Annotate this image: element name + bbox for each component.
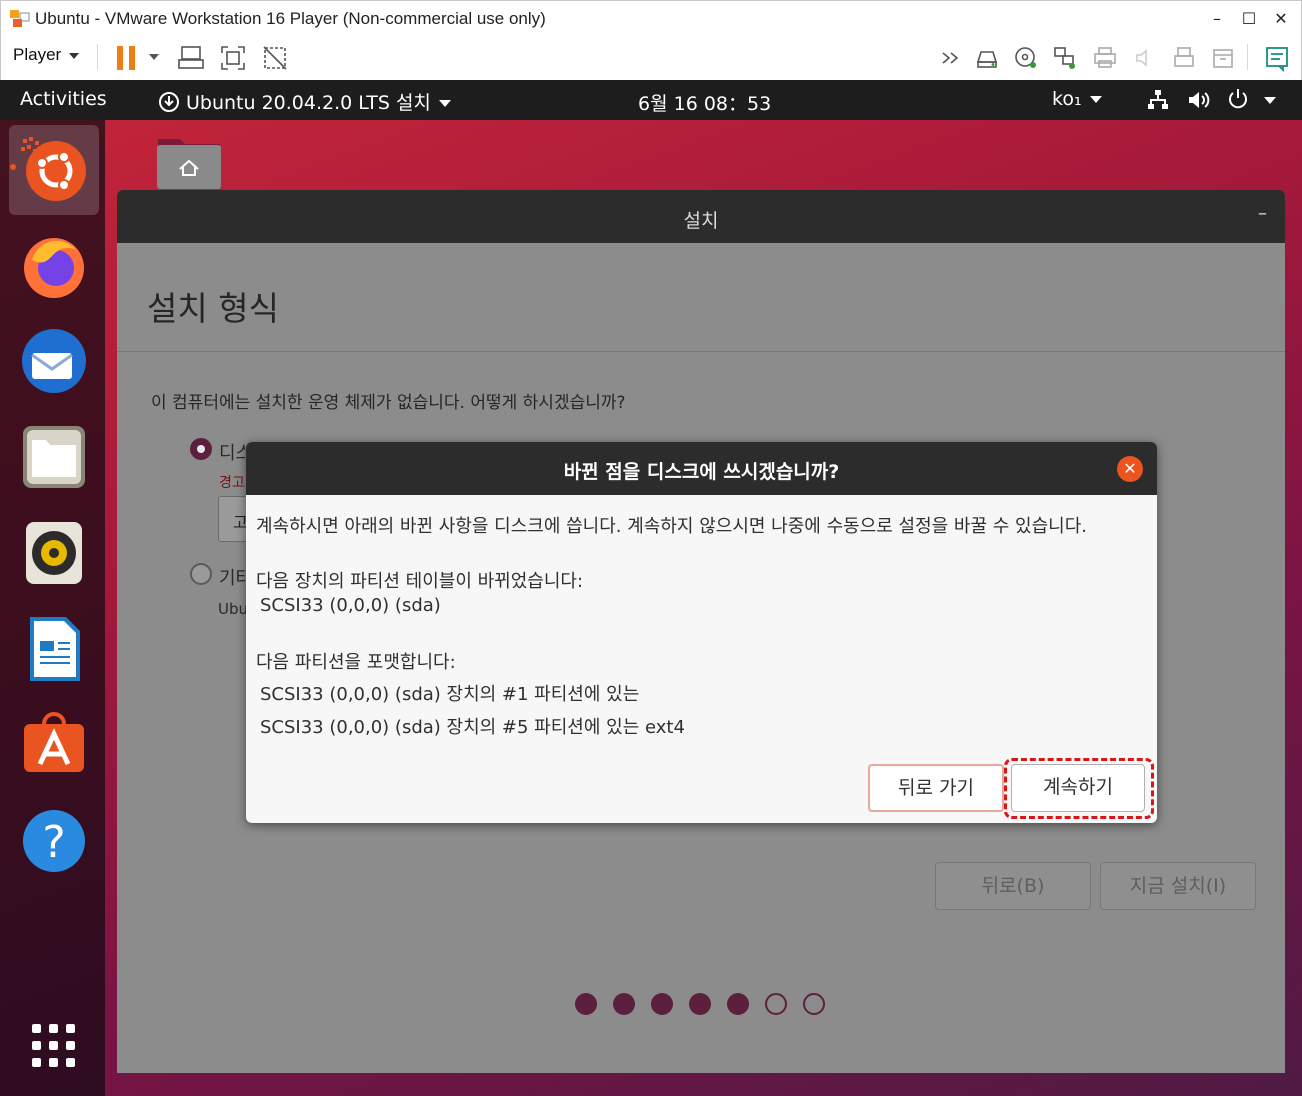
go-back-button[interactable]: 뒤로 가기 bbox=[868, 764, 1004, 812]
usb-icon[interactable] bbox=[1170, 44, 1198, 72]
firefox-icon bbox=[24, 238, 84, 298]
dock-item-ubuntu-installer[interactable] bbox=[9, 125, 99, 215]
cd-dvd-icon[interactable] bbox=[1012, 44, 1040, 72]
advanced-features-button[interactable]: 고 bbox=[218, 496, 248, 542]
progress-dot-pending bbox=[803, 993, 825, 1015]
power-icon[interactable] bbox=[1227, 88, 1249, 110]
erase-disk-radio[interactable] bbox=[190, 438, 212, 460]
format-item: SCSI33 (0,0,0) (sda) 장치의 #1 파티션에 있는 bbox=[260, 684, 640, 705]
progress-dot-complete bbox=[575, 993, 597, 1015]
thunderbird-icon bbox=[22, 329, 86, 393]
something-else-label: 기타 bbox=[219, 568, 245, 589]
download-installer-icon bbox=[159, 92, 179, 112]
help-icon: ? bbox=[23, 810, 85, 872]
ubuntu-software-icon bbox=[24, 712, 84, 772]
install-now-button[interactable]: 지금 설치(I) bbox=[1100, 862, 1256, 910]
progress-dot-complete bbox=[689, 993, 711, 1015]
dialog-title: 바뀐 점을 디스크에 쓰시겠습니까? bbox=[563, 461, 840, 483]
progress-dot-complete bbox=[727, 993, 749, 1015]
player-menu[interactable]: Player bbox=[13, 45, 80, 65]
volume-icon[interactable] bbox=[1187, 89, 1211, 111]
vmware-title-bar: Ubuntu - VMware Workstation 16 Player (N… bbox=[0, 0, 1302, 36]
unity-icon[interactable] bbox=[261, 44, 289, 72]
dialog-header: 바뀐 점을 디스크에 쓰시겠습니까? ✕ bbox=[246, 442, 1157, 495]
home-folder-icon[interactable] bbox=[156, 133, 222, 189]
dock-item-help[interactable]: ? bbox=[18, 803, 90, 875]
erase-disk-warning: 경고 bbox=[219, 475, 245, 491]
floppy-icon[interactable] bbox=[1209, 44, 1237, 72]
libreoffice-writer-icon bbox=[30, 617, 80, 681]
dock-item-thunderbird[interactable] bbox=[18, 325, 90, 397]
dialog-close-icon[interactable]: ✕ bbox=[1117, 456, 1143, 482]
app-menu-label: Ubuntu 20.04.2.0 LTS 설치 bbox=[186, 92, 431, 114]
progress-dots bbox=[575, 993, 835, 1017]
files-icon bbox=[23, 426, 85, 488]
system-menu-chevron-icon[interactable] bbox=[1264, 97, 1276, 104]
installer-minimize-button[interactable]: – bbox=[1258, 203, 1267, 224]
message-log-icon[interactable] bbox=[1263, 44, 1291, 72]
dock-item-ubuntu-software[interactable] bbox=[18, 708, 90, 780]
progress-dot-complete bbox=[613, 993, 635, 1015]
dialog-message: 계속하시면 아래의 바뀐 사항을 디스크에 씁니다. 계속하지 않으시면 나중에… bbox=[256, 516, 1088, 537]
installer-header: 설치 – bbox=[117, 190, 1285, 243]
close-button[interactable]: ✕ bbox=[1269, 7, 1293, 31]
pause-icon[interactable] bbox=[117, 46, 135, 70]
show-applications-icon[interactable] bbox=[32, 1024, 76, 1068]
vmware-player-icon bbox=[10, 10, 30, 27]
back-button[interactable]: 뒤로(B) bbox=[935, 862, 1091, 910]
window-title: Ubuntu - VMware Workstation 16 Player (N… bbox=[35, 9, 546, 28]
format-heading: 다음 파티션을 포맷합니다: bbox=[256, 652, 456, 673]
chevron-down-icon bbox=[1089, 96, 1102, 103]
more-devices-icon[interactable] bbox=[937, 44, 965, 72]
partition-table-heading: 다음 장치의 파티션 테이블이 바뀌었습니다: bbox=[256, 571, 584, 592]
running-indicator bbox=[10, 164, 16, 170]
svg-text:?: ? bbox=[42, 817, 65, 868]
sound-card-icon[interactable] bbox=[1131, 44, 1159, 72]
chevron-down-icon bbox=[69, 52, 80, 59]
format-item: SCSI33 (0,0,0) (sda) 장치의 #5 파티션에 있는 ext4 bbox=[260, 717, 685, 738]
chevron-down-icon bbox=[438, 100, 451, 107]
network-adapter-icon[interactable] bbox=[1051, 44, 1079, 72]
activities-button[interactable]: Activities bbox=[20, 88, 107, 110]
dock-item-files[interactable] bbox=[18, 420, 90, 492]
fullscreen-icon[interactable] bbox=[219, 44, 247, 72]
language-label: ko₁ bbox=[1052, 88, 1082, 110]
divider bbox=[117, 351, 1285, 352]
something-else-radio[interactable] bbox=[190, 563, 212, 585]
progress-dot-complete bbox=[651, 993, 673, 1015]
minimize-button[interactable]: – bbox=[1205, 7, 1229, 31]
partition-table-device: SCSI33 (0,0,0) (sda) bbox=[260, 595, 441, 616]
ubuntu-installer-icon bbox=[21, 137, 86, 201]
vmware-toolbar: Player bbox=[0, 36, 1302, 80]
gnome-top-bar: Activities Ubuntu 20.04.2.0 LTS 설치 6월 16… bbox=[0, 80, 1302, 120]
installer-window-title: 설치 bbox=[683, 210, 719, 232]
rhythmbox-icon bbox=[26, 522, 82, 584]
hard-disk-icon[interactable] bbox=[973, 44, 1001, 72]
progress-dot-pending bbox=[765, 993, 787, 1015]
network-icon[interactable] bbox=[1147, 89, 1169, 111]
input-language-indicator[interactable]: ko₁ bbox=[1052, 88, 1102, 110]
toolbar-divider bbox=[1247, 44, 1248, 70]
something-else-description: Ubu bbox=[218, 600, 248, 618]
maximize-button[interactable]: ☐ bbox=[1237, 7, 1261, 31]
clock[interactable]: 6월 16 08：53 bbox=[638, 89, 771, 116]
continue-highlight-annotation bbox=[1004, 758, 1154, 819]
screen: { "window": { "title": "Ubuntu - VMware … bbox=[0, 0, 1302, 1096]
dock-item-libreoffice-writer[interactable] bbox=[18, 613, 90, 685]
dock-item-firefox[interactable] bbox=[18, 230, 90, 302]
printer-icon[interactable] bbox=[1091, 44, 1119, 72]
power-options-chevron-icon[interactable] bbox=[149, 54, 159, 60]
dock-item-rhythmbox[interactable] bbox=[18, 517, 90, 589]
erase-disk-label: 디스 bbox=[219, 443, 245, 464]
page-title: 설치 형식 bbox=[147, 289, 279, 328]
send-ctrl-alt-del-icon[interactable] bbox=[177, 44, 205, 72]
toolbar-divider bbox=[97, 44, 98, 70]
installation-question: 이 컴퓨터에는 설치한 운영 체제가 없습니다. 어떻게 하시겠습니까? bbox=[151, 393, 626, 413]
app-menu[interactable]: Ubuntu 20.04.2.0 LTS 설치 bbox=[158, 88, 451, 115]
player-menu-label: Player bbox=[13, 45, 62, 64]
